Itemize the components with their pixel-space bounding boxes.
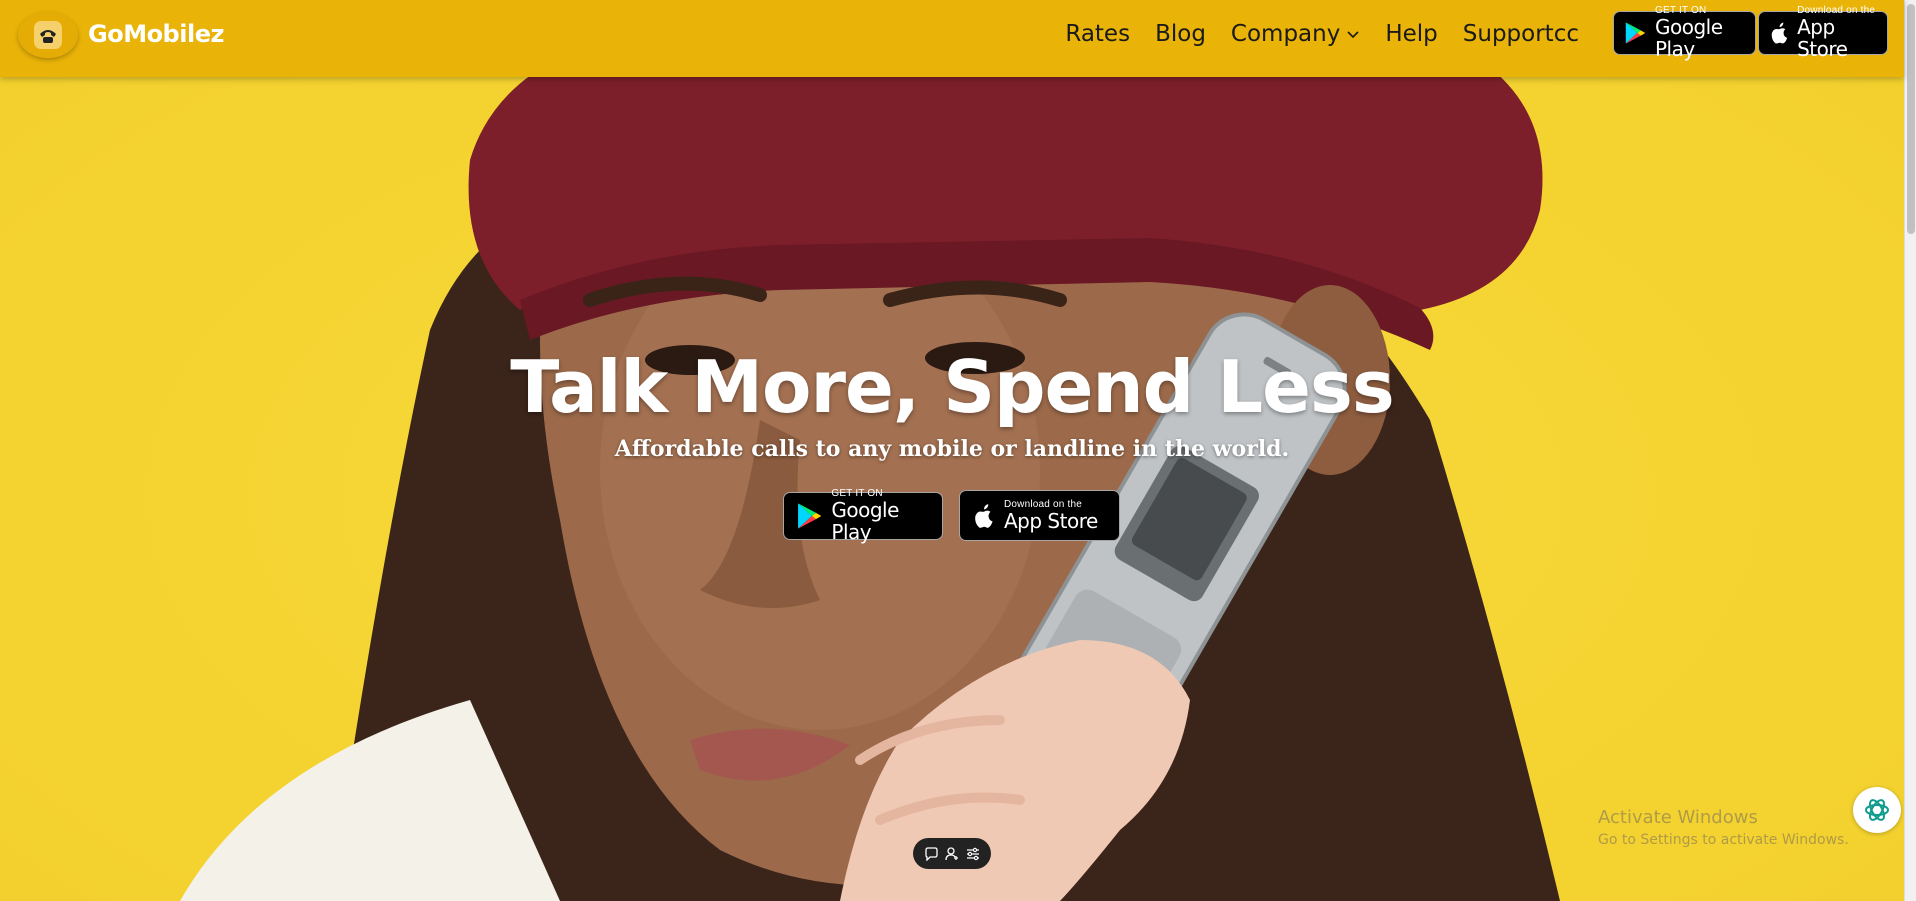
- google-play-label: Google Play: [1654, 15, 1723, 61]
- app-store-button[interactable]: Download on the App Store: [1758, 6, 1888, 60]
- scrollbar-thumb[interactable]: [1907, 4, 1915, 234]
- hero-google-play-button[interactable]: GET IT ON Google Play: [783, 489, 943, 544]
- nav-item-rates[interactable]: Rates: [1065, 21, 1130, 47]
- page-scrollbar[interactable]: [1904, 0, 1916, 901]
- chat-assistant-button[interactable]: [1853, 787, 1901, 833]
- windows-activation-watermark: Activate Windows Go to Settings to activ…: [1598, 807, 1849, 848]
- nav-item-support[interactable]: Supportcc: [1463, 21, 1579, 47]
- chevron-down-icon: [1347, 31, 1359, 39]
- nav-label: Help: [1385, 21, 1438, 47]
- app-store-label: App Store: [1004, 508, 1098, 533]
- nav-item-help[interactable]: Help: [1385, 21, 1437, 47]
- nav-label: Company: [1230, 21, 1341, 47]
- main-nav: Rates Blog Company Help Supportcc: [1040, 21, 1579, 47]
- hero-subheadline: Affordable calls to any mobile or landli…: [614, 436, 1290, 462]
- google-play-icon: [798, 503, 822, 529]
- sliders-icon[interactable]: [965, 846, 981, 862]
- person-add-icon[interactable]: [944, 846, 960, 862]
- rotary-phone-icon: [34, 21, 62, 49]
- hero-headline: Talk More, Spend Less: [510, 345, 1394, 429]
- brand-name[interactable]: GoMobilez: [88, 20, 224, 48]
- google-play-button[interactable]: GET IT ON Google Play: [1613, 6, 1756, 60]
- google-play-icon: [1625, 22, 1646, 44]
- floating-toolbar: [913, 838, 991, 869]
- hero-app-store-button[interactable]: Download on the App Store: [959, 490, 1120, 541]
- apple-icon: [1771, 22, 1788, 44]
- top-navbar: GoMobilez Rates Blog Company Help Suppor…: [0, 0, 1904, 77]
- logo[interactable]: [18, 12, 78, 58]
- nav-label: Rates: [1065, 21, 1131, 47]
- google-play-label: Google Play: [831, 498, 899, 544]
- nav-item-blog[interactable]: Blog: [1155, 21, 1206, 47]
- apple-icon: [975, 503, 993, 528]
- app-store-label: App Store: [1797, 15, 1848, 61]
- nav-label: Blog: [1155, 21, 1206, 47]
- app-store-small: Download on the: [1004, 498, 1083, 510]
- watermark-subtitle: Go to Settings to activate Windows.: [1598, 832, 1849, 848]
- nav-label: Supportcc: [1462, 21, 1579, 47]
- openai-swirl-icon: [1865, 799, 1889, 821]
- nav-item-company[interactable]: Company: [1231, 21, 1360, 47]
- chat-bubble-icon[interactable]: [923, 846, 939, 862]
- watermark-title: Activate Windows: [1598, 807, 1758, 828]
